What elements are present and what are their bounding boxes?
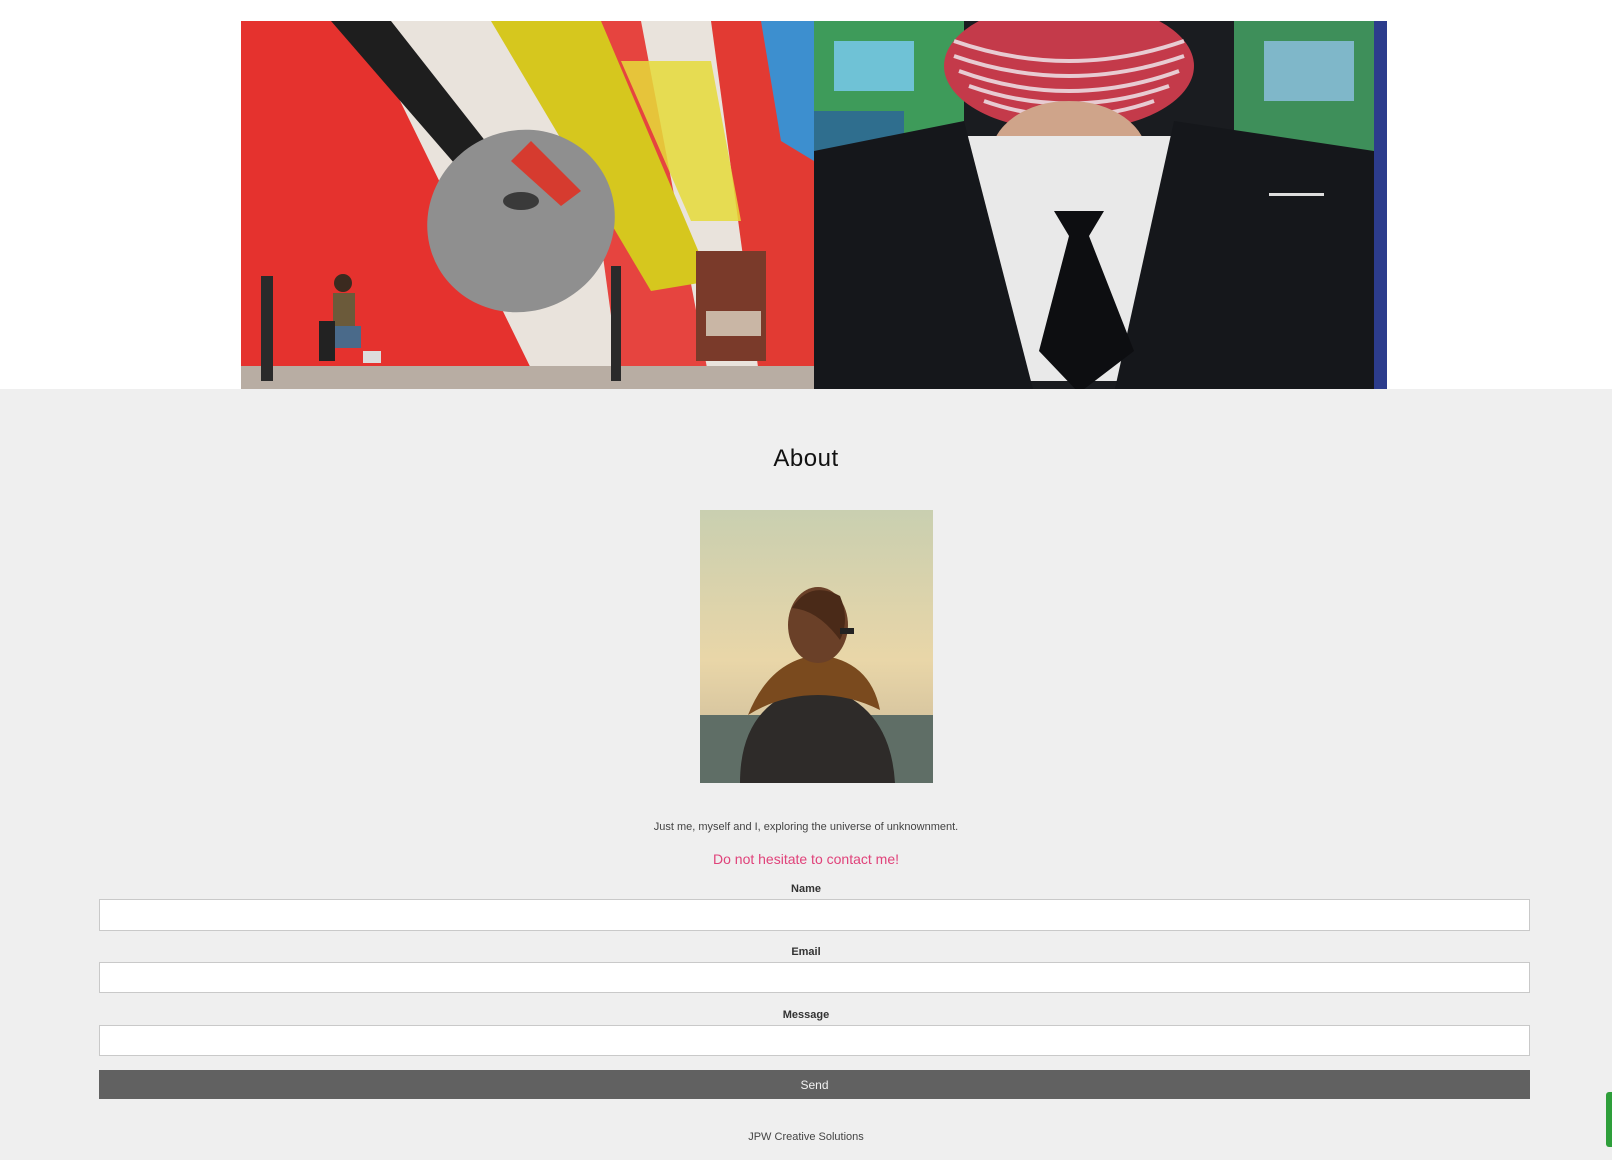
- bio-text: Just me, myself and I, exploring the uni…: [653, 821, 959, 833]
- gallery-image-street-mural[interactable]: [241, 21, 814, 389]
- about-heading: About: [773, 445, 839, 472]
- gallery-image-suit-mural[interactable]: [814, 21, 1387, 393]
- name-field[interactable]: [99, 899, 1530, 931]
- send-button[interactable]: Send: [99, 1070, 1530, 1099]
- about-section: About Just me, myself and I, exploring t…: [0, 389, 1612, 1160]
- message-field[interactable]: [99, 1025, 1530, 1056]
- name-label: Name: [791, 883, 821, 895]
- email-label: Email: [791, 946, 821, 958]
- side-widget-tab[interactable]: [1606, 1092, 1612, 1147]
- footer-text: JPW Creative Solutions: [748, 1131, 864, 1143]
- portrait-image: [700, 510, 933, 783]
- street-mural-illustration: [241, 21, 814, 389]
- message-label: Message: [782, 1009, 830, 1021]
- contact-callout: Do not hesitate to contact me!: [713, 851, 899, 867]
- portrait-illustration: [700, 510, 933, 783]
- email-field[interactable]: [99, 962, 1530, 993]
- suit-mural-illustration: [814, 21, 1387, 393]
- photo-gallery: [241, 21, 1387, 393]
